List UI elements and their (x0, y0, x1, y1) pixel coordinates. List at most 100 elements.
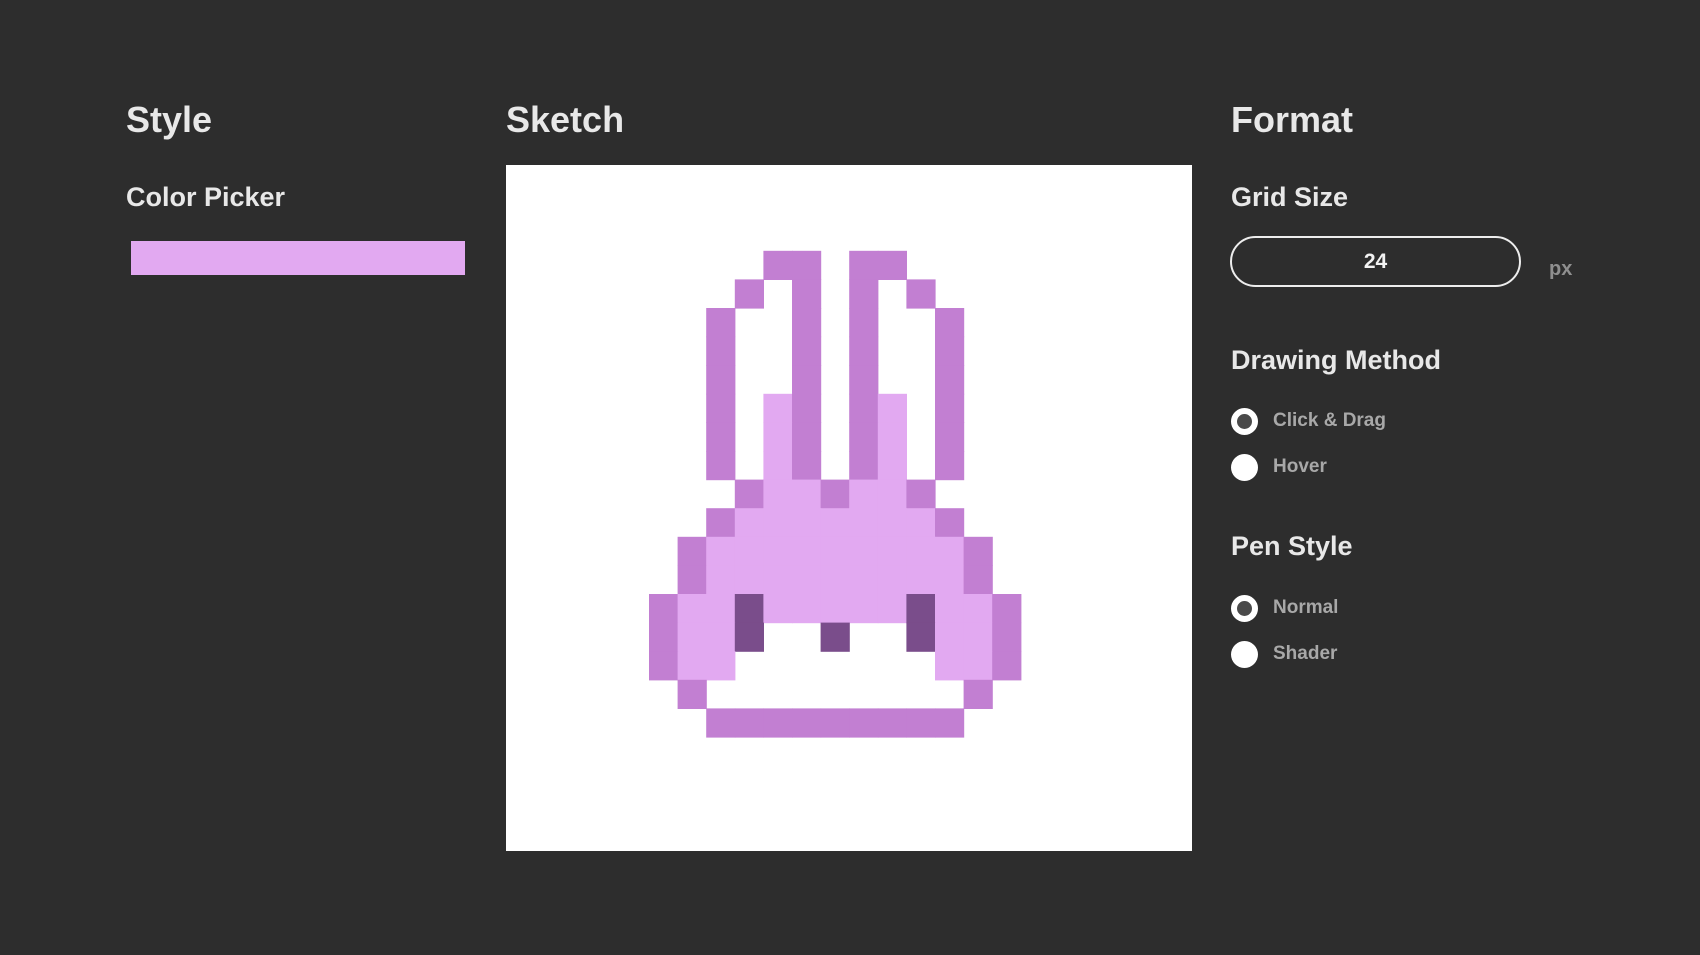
pixel-cell[interactable] (763, 250, 793, 280)
pixel-cell[interactable] (706, 451, 736, 481)
pixel-cell[interactable] (649, 651, 679, 681)
pixel-cell[interactable] (763, 451, 793, 481)
pen-style-option-shader[interactable]: Shader (1231, 640, 1337, 668)
pixel-cell[interactable] (820, 479, 850, 509)
pixel-cell[interactable] (677, 679, 707, 709)
drawing-method-option-hover[interactable]: Hover (1231, 453, 1327, 481)
pixel-cell[interactable] (792, 336, 822, 366)
pixel-cell[interactable] (792, 250, 822, 280)
pixel-cell[interactable] (734, 508, 764, 538)
pixel-cell[interactable] (706, 708, 736, 738)
pixel-cell[interactable] (963, 679, 993, 709)
pixel-cell[interactable] (763, 594, 793, 624)
pixel-cell[interactable] (706, 565, 736, 595)
pixel-cell[interactable] (820, 565, 850, 595)
pixel-cell[interactable] (935, 508, 965, 538)
radio-button[interactable] (1231, 594, 1258, 622)
pixel-cell[interactable] (963, 536, 993, 566)
pixel-cell[interactable] (849, 508, 879, 538)
drawing-method-option-click-drag[interactable]: Click & Drag (1231, 407, 1386, 435)
pen-style-option-normal[interactable]: Normal (1231, 594, 1338, 622)
pixel-cell[interactable] (963, 622, 993, 652)
pixel-cell[interactable] (792, 308, 822, 338)
pixel-cell[interactable] (849, 708, 879, 738)
pixel-cell[interactable] (677, 651, 707, 681)
pixel-cell[interactable] (792, 594, 822, 624)
pixel-cell[interactable] (849, 451, 879, 481)
pixel-cell[interactable] (820, 708, 850, 738)
pixel-cell[interactable] (906, 536, 936, 566)
pixel-cell[interactable] (877, 594, 907, 624)
pixel-cell[interactable] (649, 622, 679, 652)
pixel-cell[interactable] (849, 565, 879, 595)
pixel-cell[interactable] (849, 336, 879, 366)
pixel-cell[interactable] (849, 250, 879, 280)
pixel-cell[interactable] (734, 594, 764, 624)
pixel-cell[interactable] (734, 708, 764, 738)
pixel-cell[interactable] (849, 479, 879, 509)
pixel-cell[interactable] (763, 508, 793, 538)
pixel-cell[interactable] (906, 479, 936, 509)
pixel-cell[interactable] (935, 365, 965, 395)
pixel-cell[interactable] (763, 708, 793, 738)
pixel-cell[interactable] (677, 536, 707, 566)
pixel-cell[interactable] (763, 536, 793, 566)
pixel-cell[interactable] (935, 451, 965, 481)
pixel-cell[interactable] (792, 279, 822, 309)
pixel-cell[interactable] (792, 565, 822, 595)
pixel-cell[interactable] (763, 479, 793, 509)
pixel-cell[interactable] (820, 594, 850, 624)
radio-button[interactable] (1231, 453, 1258, 481)
pixel-cell[interactable] (706, 651, 736, 681)
pixel-cell[interactable] (877, 565, 907, 595)
pixel-cell[interactable] (935, 393, 965, 423)
pixel-cell[interactable] (992, 594, 1022, 624)
pixel-cell[interactable] (820, 622, 850, 652)
pixel-cell[interactable] (706, 393, 736, 423)
pixel-cell[interactable] (935, 708, 965, 738)
pixel-cell[interactable] (935, 422, 965, 452)
pixel-cell[interactable] (849, 365, 879, 395)
pixel-cell[interactable] (792, 451, 822, 481)
pixel-cell[interactable] (992, 651, 1022, 681)
pixel-cell[interactable] (734, 565, 764, 595)
pixel-cell[interactable] (734, 622, 764, 652)
pixel-cell[interactable] (877, 508, 907, 538)
pixel-cell[interactable] (792, 479, 822, 509)
pixel-cell[interactable] (734, 279, 764, 309)
radio-button[interactable] (1231, 407, 1258, 435)
pixel-cell[interactable] (906, 622, 936, 652)
pixel-cell[interactable] (877, 451, 907, 481)
pixel-cell[interactable] (706, 622, 736, 652)
pixel-cell[interactable] (963, 565, 993, 595)
pixel-cell[interactable] (906, 708, 936, 738)
pixel-cell[interactable] (677, 565, 707, 595)
pixel-cell[interactable] (763, 422, 793, 452)
pixel-cell[interactable] (763, 393, 793, 423)
pixel-cell[interactable] (849, 422, 879, 452)
pixel-cell[interactable] (792, 508, 822, 538)
pixel-cell[interactable] (849, 308, 879, 338)
pixel-cell[interactable] (906, 508, 936, 538)
pixel-cell[interactable] (677, 622, 707, 652)
pixel-cell[interactable] (992, 622, 1022, 652)
pixel-cell[interactable] (792, 422, 822, 452)
pixel-cell[interactable] (877, 250, 907, 280)
pixel-cell[interactable] (906, 279, 936, 309)
pixel-cell[interactable] (792, 365, 822, 395)
pixel-cell[interactable] (877, 422, 907, 452)
pixel-cell[interactable] (849, 279, 879, 309)
pixel-cell[interactable] (734, 536, 764, 566)
pixel-cell[interactable] (906, 565, 936, 595)
pixel-cell[interactable] (792, 393, 822, 423)
pixel-cell[interactable] (877, 393, 907, 423)
pixel-cell[interactable] (706, 594, 736, 624)
pixel-cell[interactable] (706, 536, 736, 566)
pixel-cell[interactable] (935, 308, 965, 338)
pixel-cell[interactable] (706, 508, 736, 538)
pixel-cell[interactable] (849, 594, 879, 624)
pixel-cell[interactable] (792, 536, 822, 566)
grid-size-input[interactable] (1230, 236, 1521, 287)
sketch-canvas[interactable] (506, 165, 1192, 851)
pixel-cell[interactable] (935, 336, 965, 366)
